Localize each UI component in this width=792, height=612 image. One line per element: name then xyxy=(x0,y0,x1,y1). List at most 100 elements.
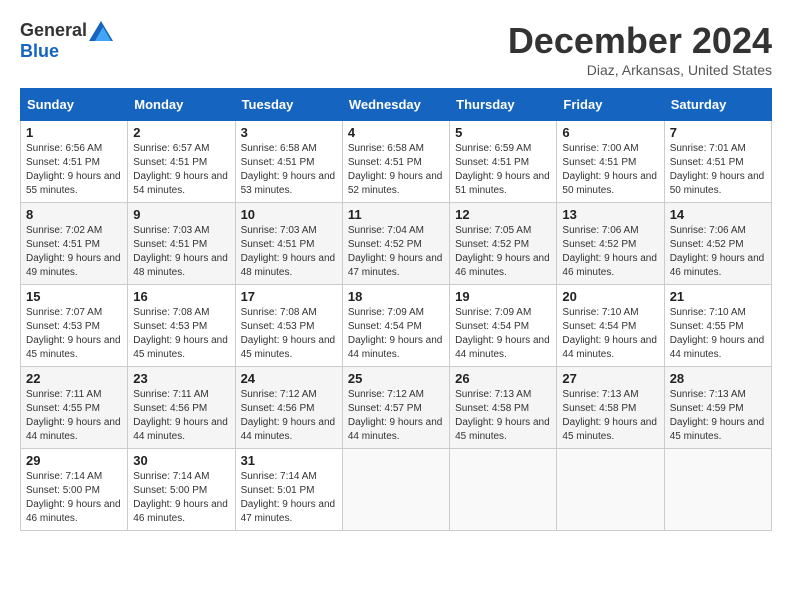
day-info: Sunrise: 7:14 AMSunset: 5:00 PMDaylight:… xyxy=(133,470,229,526)
day-number: 19 xyxy=(455,289,551,304)
day-number: 22 xyxy=(26,371,122,386)
calendar-cell: 8Sunrise: 7:02 AMSunset: 4:51 PMDaylight… xyxy=(21,203,128,285)
day-info: Sunrise: 7:03 AMSunset: 4:51 PMDaylight:… xyxy=(241,224,337,280)
day-info: Sunrise: 6:56 AMSunset: 4:51 PMDaylight:… xyxy=(26,142,122,198)
day-info: Sunrise: 7:00 AMSunset: 4:51 PMDaylight:… xyxy=(562,142,658,198)
day-number: 6 xyxy=(562,125,658,140)
day-info: Sunrise: 7:11 AMSunset: 4:55 PMDaylight:… xyxy=(26,388,122,444)
day-info: Sunrise: 6:58 AMSunset: 4:51 PMDaylight:… xyxy=(241,142,337,198)
weekday-header-sunday: Sunday xyxy=(21,89,128,121)
weekday-header-monday: Monday xyxy=(128,89,235,121)
day-info: Sunrise: 7:04 AMSunset: 4:52 PMDaylight:… xyxy=(348,224,444,280)
calendar-cell: 14 Sunrise: 7:06 AMSunset: 4:52 PMDayligh… xyxy=(664,203,771,285)
day-info: Sunrise: 7:12 AMSunset: 4:57 PMDaylight:… xyxy=(348,388,444,444)
calendar-cell: 11 Sunrise: 7:04 AMSunset: 4:52 PMDayligh… xyxy=(342,203,449,285)
calendar-table: SundayMondayTuesdayWednesdayThursdayFrid… xyxy=(20,88,772,531)
day-info: Sunrise: 7:07 AMSunset: 4:53 PMDaylight:… xyxy=(26,306,122,362)
day-number: 12 xyxy=(455,207,551,222)
day-number: 20 xyxy=(562,289,658,304)
day-number: 11 xyxy=(348,207,444,222)
calendar-cell: 26 Sunrise: 7:13 AMSunset: 4:58 PMDayligh… xyxy=(450,367,557,449)
day-number: 28 xyxy=(670,371,766,386)
day-number: 21 xyxy=(670,289,766,304)
day-info: Sunrise: 7:05 AMSunset: 4:52 PMDaylight:… xyxy=(455,224,551,280)
calendar-cell: 1 Sunrise: 6:56 AMSunset: 4:51 PMDaylight… xyxy=(21,121,128,203)
day-number: 26 xyxy=(455,371,551,386)
day-info: Sunrise: 7:01 AMSunset: 4:51 PMDaylight:… xyxy=(670,142,766,198)
day-info: Sunrise: 7:14 AMSunset: 5:00 PMDaylight:… xyxy=(26,470,122,526)
weekday-header-row: SundayMondayTuesdayWednesdayThursdayFrid… xyxy=(21,89,772,121)
day-number: 29 xyxy=(26,453,122,468)
calendar-cell: 22 Sunrise: 7:11 AMSunset: 4:55 PMDayligh… xyxy=(21,367,128,449)
day-number: 16 xyxy=(133,289,229,304)
day-number: 25 xyxy=(348,371,444,386)
calendar-cell: 3 Sunrise: 6:58 AMSunset: 4:51 PMDaylight… xyxy=(235,121,342,203)
calendar-cell: 25 Sunrise: 7:12 AMSunset: 4:57 PMDayligh… xyxy=(342,367,449,449)
day-number: 24 xyxy=(241,371,337,386)
calendar-cell: 9 Sunrise: 7:03 AMSunset: 4:51 PMDaylight… xyxy=(128,203,235,285)
calendar-cell xyxy=(664,449,771,531)
day-number: 8 xyxy=(26,207,122,222)
day-number: 15 xyxy=(26,289,122,304)
day-number: 10 xyxy=(241,207,337,222)
calendar-cell: 4 Sunrise: 6:58 AMSunset: 4:51 PMDaylight… xyxy=(342,121,449,203)
day-info: Sunrise: 7:12 AMSunset: 4:56 PMDaylight:… xyxy=(241,388,337,444)
day-info: Sunrise: 7:10 AMSunset: 4:55 PMDaylight:… xyxy=(670,306,766,362)
calendar-cell: 5Sunrise: 6:59 AMSunset: 4:51 PMDaylight… xyxy=(450,121,557,203)
calendar-cell xyxy=(557,449,664,531)
location-text: Diaz, Arkansas, United States xyxy=(508,62,772,78)
calendar-cell: 17Sunrise: 7:08 AMSunset: 4:53 PMDayligh… xyxy=(235,285,342,367)
day-info: Sunrise: 7:14 AMSunset: 5:01 PMDaylight:… xyxy=(241,470,337,526)
day-info: Sunrise: 7:03 AMSunset: 4:51 PMDaylight:… xyxy=(133,224,229,280)
day-number: 2 xyxy=(133,125,229,140)
day-info: Sunrise: 7:08 AMSunset: 4:53 PMDaylight:… xyxy=(241,306,337,362)
calendar-week-row: 29 Sunrise: 7:14 AMSunset: 5:00 PMDayligh… xyxy=(21,449,772,531)
day-number: 3 xyxy=(241,125,337,140)
day-info: Sunrise: 7:06 AMSunset: 4:52 PMDaylight:… xyxy=(670,224,766,280)
day-info: Sunrise: 6:59 AMSunset: 4:51 PMDaylight:… xyxy=(455,142,551,198)
day-number: 23 xyxy=(133,371,229,386)
day-info: Sunrise: 7:11 AMSunset: 4:56 PMDaylight:… xyxy=(133,388,229,444)
calendar-cell: 7Sunrise: 7:01 AMSunset: 4:51 PMDaylight… xyxy=(664,121,771,203)
day-number: 31 xyxy=(241,453,337,468)
calendar-cell xyxy=(342,449,449,531)
weekday-header-saturday: Saturday xyxy=(664,89,771,121)
calendar-cell: 6 Sunrise: 7:00 AMSunset: 4:51 PMDaylight… xyxy=(557,121,664,203)
calendar-cell: 30 Sunrise: 7:14 AMSunset: 5:00 PMDayligh… xyxy=(128,449,235,531)
day-number: 4 xyxy=(348,125,444,140)
calendar-week-row: 8Sunrise: 7:02 AMSunset: 4:51 PMDaylight… xyxy=(21,203,772,285)
logo-general-text: General xyxy=(20,20,87,41)
calendar-cell: 20 Sunrise: 7:10 AMSunset: 4:54 PMDayligh… xyxy=(557,285,664,367)
calendar-week-row: 1 Sunrise: 6:56 AMSunset: 4:51 PMDaylight… xyxy=(21,121,772,203)
calendar-cell: 15 Sunrise: 7:07 AMSunset: 4:53 PMDayligh… xyxy=(21,285,128,367)
day-number: 30 xyxy=(133,453,229,468)
day-info: Sunrise: 7:13 AMSunset: 4:58 PMDaylight:… xyxy=(455,388,551,444)
calendar-cell: 2 Sunrise: 6:57 AMSunset: 4:51 PMDaylight… xyxy=(128,121,235,203)
day-info: Sunrise: 7:10 AMSunset: 4:54 PMDaylight:… xyxy=(562,306,658,362)
calendar-cell: 18 Sunrise: 7:09 AMSunset: 4:54 PMDayligh… xyxy=(342,285,449,367)
calendar-week-row: 15 Sunrise: 7:07 AMSunset: 4:53 PMDayligh… xyxy=(21,285,772,367)
calendar-cell: 24 Sunrise: 7:12 AMSunset: 4:56 PMDayligh… xyxy=(235,367,342,449)
day-number: 1 xyxy=(26,125,122,140)
day-info: Sunrise: 7:09 AMSunset: 4:54 PMDaylight:… xyxy=(455,306,551,362)
weekday-header-friday: Friday xyxy=(557,89,664,121)
calendar-cell: 12 Sunrise: 7:05 AMSunset: 4:52 PMDayligh… xyxy=(450,203,557,285)
day-number: 9 xyxy=(133,207,229,222)
logo: General Blue xyxy=(20,20,113,62)
day-number: 27 xyxy=(562,371,658,386)
day-info: Sunrise: 6:58 AMSunset: 4:51 PMDaylight:… xyxy=(348,142,444,198)
calendar-cell: 13Sunrise: 7:06 AMSunset: 4:52 PMDayligh… xyxy=(557,203,664,285)
weekday-header-tuesday: Tuesday xyxy=(235,89,342,121)
weekday-header-thursday: Thursday xyxy=(450,89,557,121)
day-info: Sunrise: 7:09 AMSunset: 4:54 PMDaylight:… xyxy=(348,306,444,362)
calendar-cell: 29 Sunrise: 7:14 AMSunset: 5:00 PMDayligh… xyxy=(21,449,128,531)
calendar-cell xyxy=(450,449,557,531)
day-info: Sunrise: 6:57 AMSunset: 4:51 PMDaylight:… xyxy=(133,142,229,198)
calendar-week-row: 22 Sunrise: 7:11 AMSunset: 4:55 PMDayligh… xyxy=(21,367,772,449)
logo-blue-text: Blue xyxy=(20,41,59,62)
day-number: 18 xyxy=(348,289,444,304)
calendar-cell: 21 Sunrise: 7:10 AMSunset: 4:55 PMDayligh… xyxy=(664,285,771,367)
day-number: 14 xyxy=(670,207,766,222)
calendar-cell: 28Sunrise: 7:13 AMSunset: 4:59 PMDayligh… xyxy=(664,367,771,449)
calendar-cell: 27Sunrise: 7:13 AMSunset: 4:58 PMDayligh… xyxy=(557,367,664,449)
